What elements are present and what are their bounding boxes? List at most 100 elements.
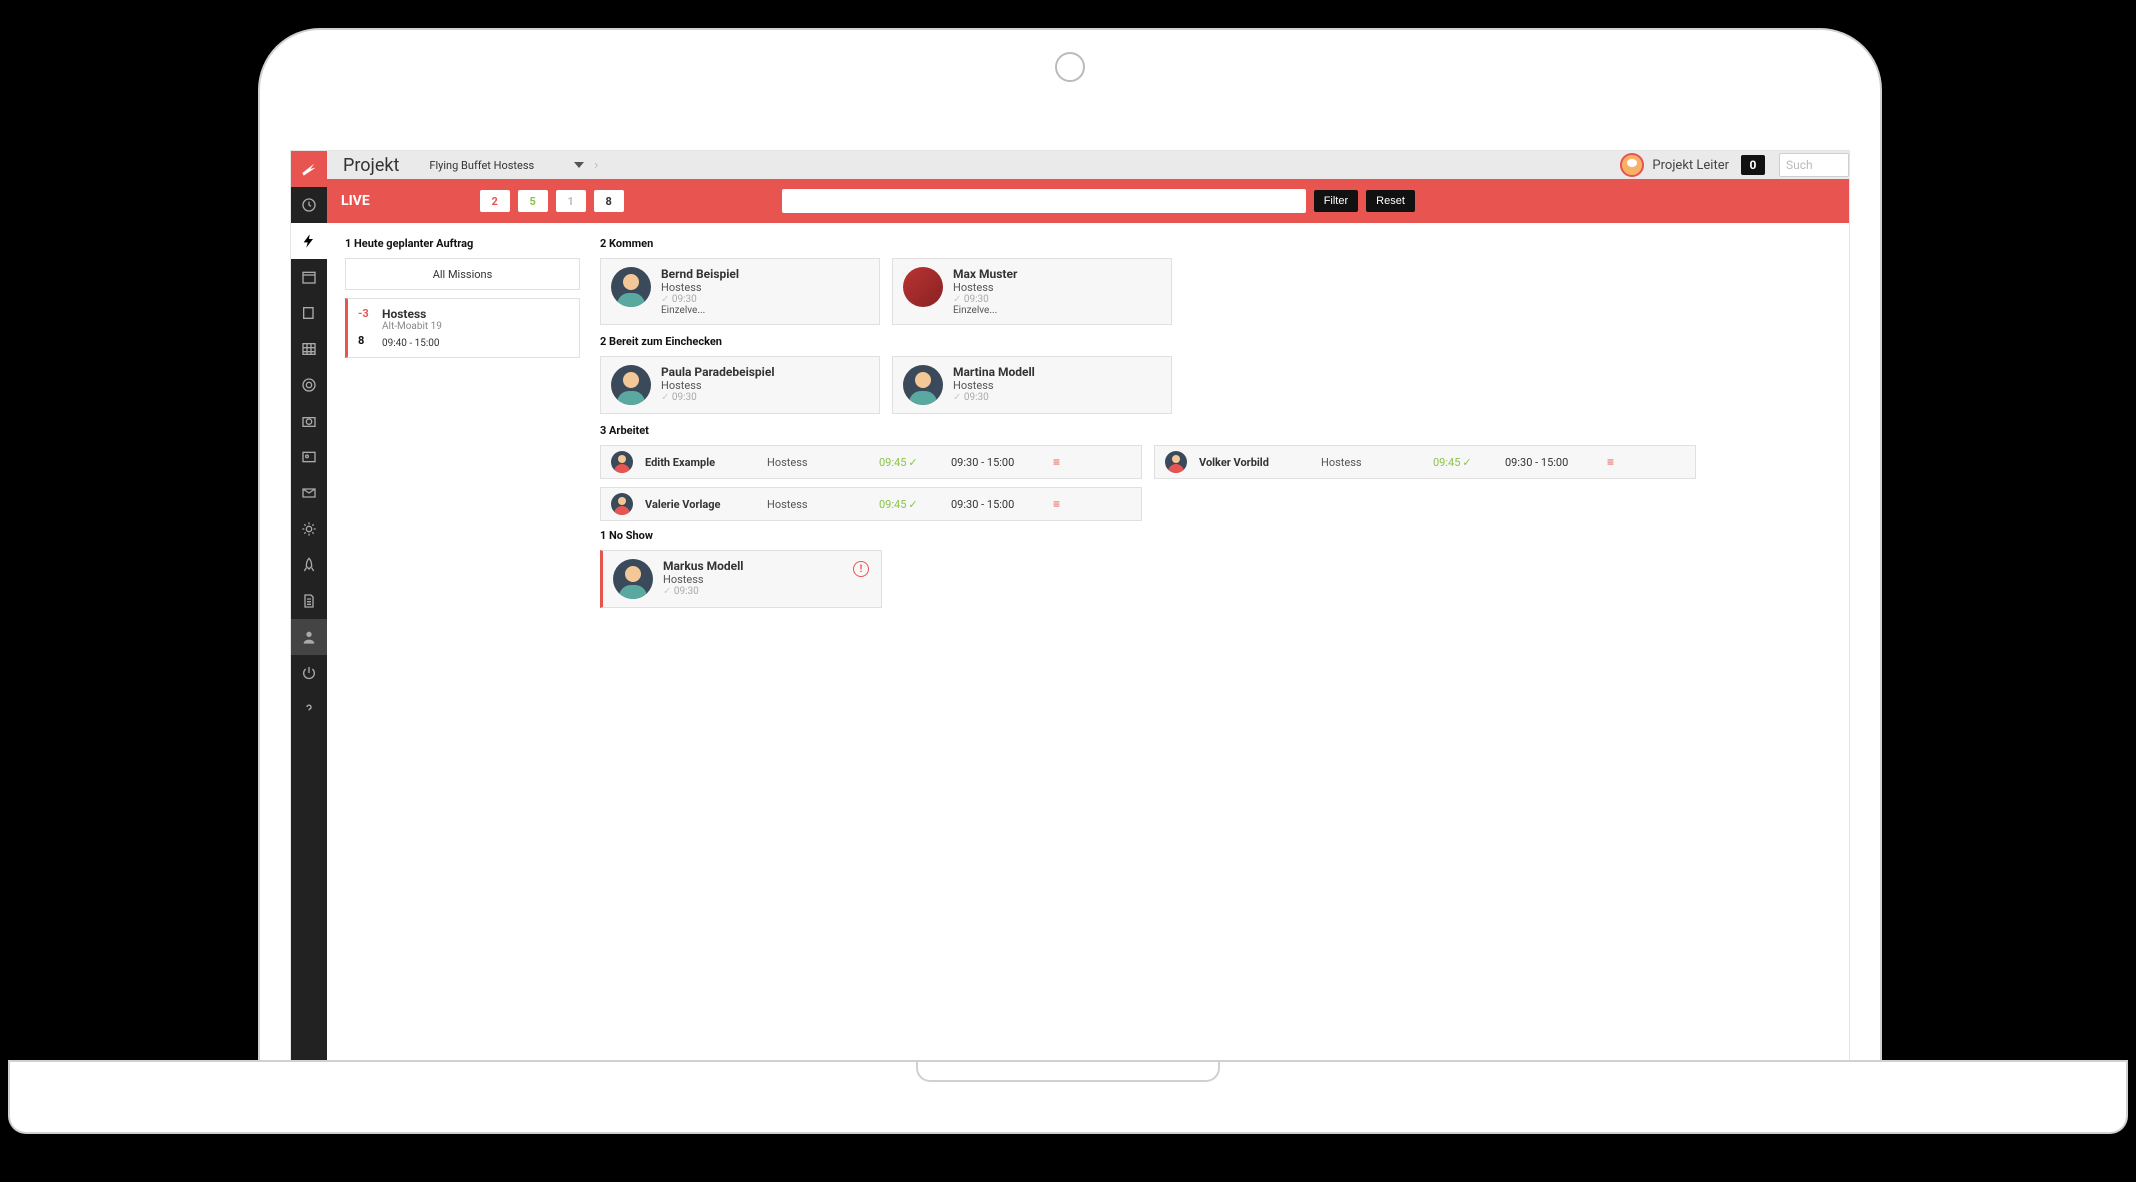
profile-card-icon[interactable] — [291, 439, 327, 475]
count-green[interactable]: 5 — [518, 190, 548, 212]
person-name: Martina Modell — [953, 365, 1035, 379]
person-time: 09:30 — [661, 392, 775, 403]
sun-icon[interactable] — [291, 511, 327, 547]
project-dropdown[interactable]: Flying Buffet Hostess › — [429, 158, 598, 173]
worker-name: Valerie Vorlage — [645, 498, 755, 511]
user-avatar[interactable] — [1620, 153, 1644, 177]
filter-button[interactable]: Filter — [1314, 190, 1358, 212]
worker-range: 09:30 - 15:00 — [951, 456, 1041, 469]
menu-icon[interactable]: ≡ — [1053, 455, 1058, 469]
username[interactable]: Projekt Leiter — [1652, 158, 1729, 173]
worker-name: Edith Example — [645, 456, 755, 469]
page-title: Projekt — [343, 155, 399, 176]
count-red[interactable]: 2 — [480, 190, 510, 212]
camera-dot — [1055, 52, 1085, 82]
mission-negative: -3 — [358, 307, 382, 320]
reset-button[interactable]: Reset — [1366, 190, 1415, 212]
main-column: 2 Kommen Bernd Beispiel Hostess 09:30 Ei… — [600, 237, 1831, 1065]
mail-icon[interactable] — [291, 475, 327, 511]
screen: Projekt Flying Buffet Hostess › Projekt … — [290, 150, 1850, 1080]
avatar-icon — [1165, 451, 1187, 473]
notification-badge[interactable]: 0 — [1741, 155, 1765, 175]
person-role: Hostess — [661, 281, 739, 294]
laptop-frame: Projekt Flying Buffet Hostess › Projekt … — [260, 30, 1880, 1080]
person-extra: Einzelve... — [953, 305, 1017, 316]
worker-range: 09:30 - 15:00 — [1505, 456, 1595, 469]
worker-role: Hostess — [767, 456, 867, 469]
menu-icon[interactable]: ≡ — [1607, 455, 1612, 469]
person-role: Hostess — [661, 379, 775, 392]
worker-checkin: 09:45 — [1433, 456, 1493, 469]
rocket-icon[interactable] — [291, 547, 327, 583]
mission-card[interactable]: -3 8 Hostess Alt-Moabit 19 09:40 - 15:00 — [345, 298, 580, 358]
table-icon[interactable] — [291, 331, 327, 367]
count-dark[interactable]: 8 — [594, 190, 624, 212]
count-grey[interactable]: 1 — [556, 190, 586, 212]
power-icon[interactable] — [291, 655, 327, 691]
person-extra: Einzelve... — [661, 305, 739, 316]
person-time: 09:30 — [663, 586, 743, 597]
caret-down-icon — [574, 162, 584, 168]
bereit-title: 2 Bereit zum Einchecken — [600, 335, 1831, 348]
person-role: Hostess — [953, 281, 1017, 294]
sidebar — [291, 151, 327, 1079]
worker-checkin: 09:45 — [879, 498, 939, 511]
worker-row[interactable]: Valerie Vorlage Hostess 09:45 09:30 - 15… — [600, 487, 1142, 521]
person-time: 09:30 — [953, 392, 1035, 403]
calendar-icon[interactable] — [291, 259, 327, 295]
mission-name: Hostess — [382, 307, 442, 321]
topbar-right: Projekt Leiter 0 Such — [1620, 151, 1849, 179]
book-icon[interactable] — [291, 295, 327, 331]
camera-icon[interactable] — [291, 403, 327, 439]
chevron-right-icon: › — [594, 158, 598, 173]
live-search-input[interactable] — [782, 189, 1306, 213]
all-missions-button[interactable]: All Missions — [345, 258, 580, 290]
avatar-photo — [903, 267, 943, 307]
worker-checkin: 09:45 — [879, 456, 939, 469]
help-icon[interactable] — [291, 691, 327, 727]
worker-row[interactable]: Edith Example Hostess 09:45 09:30 - 15:0… — [600, 445, 1142, 479]
live-label: LIVE — [341, 193, 370, 209]
arbeitet-title: 3 Arbeitet — [600, 424, 1831, 437]
document-icon[interactable] — [291, 583, 327, 619]
avatar-icon — [611, 267, 651, 307]
logo-icon[interactable] — [291, 151, 327, 187]
person-time: 09:30 — [953, 294, 1017, 305]
live-bar: LIVE 2 5 1 8 Filter Reset — [327, 179, 1849, 223]
user-icon[interactable] — [291, 619, 327, 655]
avatar-icon — [611, 493, 633, 515]
person-card[interactable]: Paula Paradebeispiel Hostess 09:30 — [600, 356, 880, 414]
clock-icon[interactable] — [291, 187, 327, 223]
left-heading: 1 Heute geplanter Auftrag — [345, 237, 580, 250]
search-input[interactable]: Such — [1779, 153, 1849, 177]
content: 1 Heute geplanter Auftrag All Missions -… — [327, 223, 1849, 1079]
person-time: 09:30 — [661, 294, 739, 305]
mission-positive: 8 — [358, 334, 382, 347]
noshow-title: 1 No Show — [600, 529, 1831, 542]
person-card[interactable]: Bernd Beispiel Hostess 09:30 Einzelve... — [600, 258, 880, 325]
worker-role: Hostess — [1321, 456, 1421, 469]
topbar: Projekt Flying Buffet Hostess › Projekt … — [327, 151, 1849, 180]
person-role: Hostess — [663, 573, 743, 586]
worker-role: Hostess — [767, 498, 867, 511]
noshow-card[interactable]: Markus Modell Hostess 09:30 ! — [600, 550, 882, 608]
person-name: Bernd Beispiel — [661, 267, 739, 281]
person-name: Markus Modell — [663, 559, 743, 573]
alert-icon: ! — [853, 561, 869, 577]
avatar-icon — [611, 451, 633, 473]
avatar-icon — [903, 365, 943, 405]
avatar-icon — [611, 365, 651, 405]
person-card[interactable]: Max Muster Hostess 09:30 Einzelve... — [892, 258, 1172, 325]
bolt-icon[interactable] — [291, 223, 327, 259]
avatar-icon — [613, 559, 653, 599]
person-name: Max Muster — [953, 267, 1017, 281]
laptop-base — [10, 1062, 2126, 1132]
worker-range: 09:30 - 15:00 — [951, 498, 1041, 511]
person-card[interactable]: Martina Modell Hostess 09:30 — [892, 356, 1172, 414]
worker-row[interactable]: Volker Vorbild Hostess 09:45 09:30 - 15:… — [1154, 445, 1696, 479]
target-icon[interactable] — [291, 367, 327, 403]
laptop-notch — [916, 1062, 1220, 1082]
left-column: 1 Heute geplanter Auftrag All Missions -… — [345, 237, 580, 1065]
worker-name: Volker Vorbild — [1199, 456, 1309, 469]
menu-icon[interactable]: ≡ — [1053, 497, 1058, 511]
